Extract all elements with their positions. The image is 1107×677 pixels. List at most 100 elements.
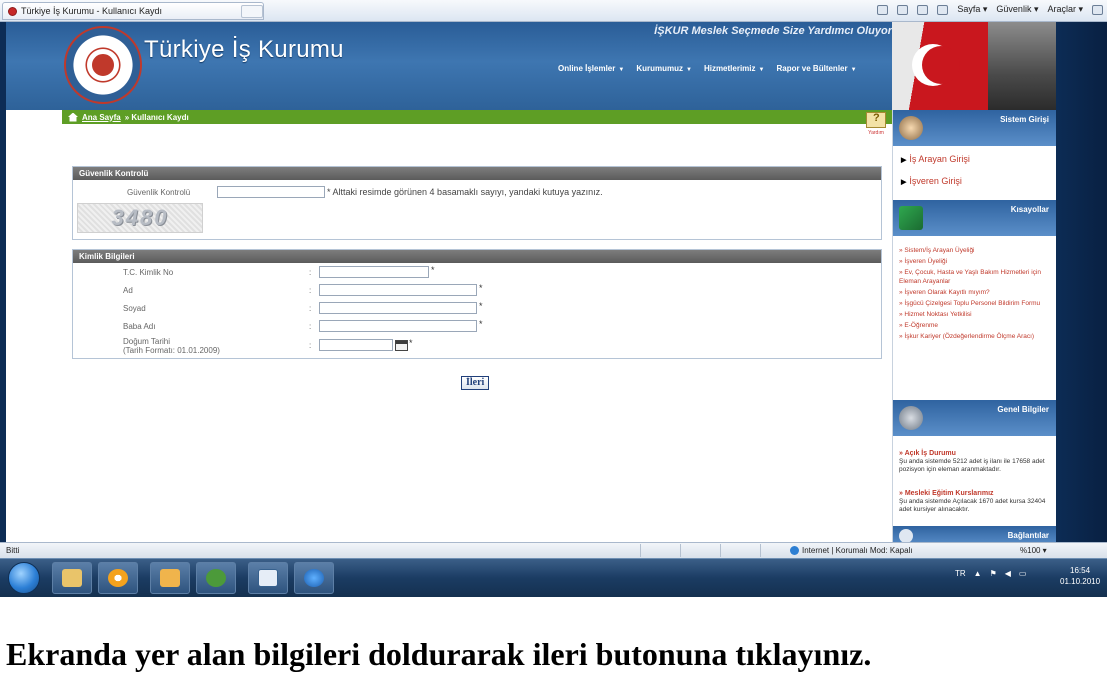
required-mark: * <box>431 265 435 275</box>
command-bar: Sayfa ▾ Güvenlik ▾ Araçlar ▾ <box>877 4 1103 15</box>
windows-taskbar: TR ▲ ⚑ ◀ ▭ 16:54 01.10.2010 <box>0 558 1107 597</box>
chevron-down-icon: ▼ <box>758 67 765 73</box>
folder-icon <box>62 569 82 587</box>
login-panel-title: Sistem Girişi <box>1000 115 1049 124</box>
courses-text: Şu anda sistemde Açılacak 1670 adet kurs… <box>899 498 1046 513</box>
birth-date-label: Doğum Tarihi <box>123 337 170 346</box>
identity-section-title: Kimlik Bilgileri <box>73 250 881 263</box>
new-tab-button[interactable] <box>241 5 263 18</box>
browser-status-bar: Bitti Internet | Korumalı Mod: Kapalı %1… <box>0 542 1107 558</box>
status-text: Bitti <box>6 546 20 555</box>
colon: : <box>309 286 312 295</box>
site-title[interactable]: Türkiye İş Kurumu <box>144 36 344 64</box>
open-jobs-link[interactable]: » Açık İş Durumu <box>899 450 1053 458</box>
shortcut-link[interactable]: » İşkur Kariyer (Özdeğerlendirme Ölçme A… <box>899 332 1053 341</box>
game-taskbar-button[interactable] <box>196 562 236 594</box>
nav-hizmetlerimiz[interactable]: Hizmetlerimiz ▼ <box>704 64 765 73</box>
last-name-label: Soyad <box>123 304 146 313</box>
shortcut-link[interactable]: » Sistem/İş Arayan Üyeliği <box>899 246 1053 255</box>
security-label: Güvenlik Kontrolü <box>127 188 191 197</box>
internet-explorer-icon <box>304 569 324 587</box>
required-mark: * <box>409 338 413 348</box>
calendar-icon[interactable] <box>395 340 408 351</box>
shortcut-link[interactable]: » E-Öğrenme <box>899 321 1053 330</box>
colon: : <box>309 304 312 313</box>
identity-section: Kimlik Bilgileri T.C. Kimlik No : * Ad :… <box>72 249 882 359</box>
mail-icon[interactable] <box>917 4 929 15</box>
nav-online-islemler[interactable]: Online İşlemler ▼ <box>558 64 624 73</box>
web-page: Türkiye İş Kurumu İŞKUR Meslek Seçmede S… <box>6 22 1056 542</box>
user-icon <box>899 116 923 140</box>
father-name-input[interactable] <box>319 320 477 332</box>
first-name-input[interactable] <box>319 284 477 296</box>
tc-no-input[interactable] <box>319 266 429 278</box>
messenger-taskbar-button[interactable] <box>150 562 190 594</box>
start-button[interactable] <box>8 562 40 594</box>
feeds-icon[interactable] <box>897 4 909 15</box>
open-jobs-block: » Açık İş Durumu Şu anda sistemde 5212 a… <box>899 450 1053 474</box>
help-button[interactable]: ? Yardım <box>862 110 890 140</box>
breadcrumb-home-link[interactable]: Ana Sayfa <box>82 113 121 122</box>
shortcut-link[interactable]: » İşgücü Çizelgesi Toplu Personel Bildir… <box>899 299 1053 308</box>
flag-banner-image <box>892 22 1056 110</box>
general-info-title: Genel Bilgiler <box>997 405 1049 414</box>
speaker-icon[interactable]: ◀ <box>1005 569 1011 578</box>
zoom-control[interactable]: %100 ▾ <box>1020 546 1047 555</box>
security-zone[interactable]: Internet | Korumalı Mod: Kapalı <box>790 546 913 555</box>
father-name-label: Baba Adı <box>123 322 156 331</box>
logo-emblem-icon <box>90 52 116 78</box>
home-icon[interactable] <box>877 4 889 15</box>
document-taskbar-button[interactable] <box>248 562 288 594</box>
required-mark: * <box>479 301 483 311</box>
media-player-taskbar-button[interactable] <box>98 562 138 594</box>
iskur-logo[interactable] <box>64 26 142 104</box>
site-slogan: İŞKUR Meslek Seçmede Size Yardımcı Oluyo… <box>654 25 892 37</box>
birth-date-input[interactable] <box>319 339 393 351</box>
instruction-caption: Ekranda yer alan bilgileri doldurarak il… <box>6 636 872 672</box>
safety-menu[interactable]: Güvenlik ▾ <box>996 4 1038 15</box>
tc-no-label: T.C. Kimlik No <box>123 268 174 277</box>
screenshot: Türkiye İş Kurumu - Kullanıcı Kaydı Sayf… <box>0 0 1107 597</box>
security-code-input[interactable] <box>217 186 325 198</box>
tools-menu[interactable]: Araçlar ▾ <box>1047 4 1083 15</box>
ataturk-photo <box>988 22 1056 110</box>
courses-link[interactable]: » Mesleki Eğitim Kurslarımız <box>899 490 1053 498</box>
next-button[interactable]: İleri <box>461 376 490 390</box>
explorer-taskbar-button[interactable] <box>52 562 92 594</box>
tab-title: Türkiye İş Kurumu - Kullanıcı Kaydı <box>21 6 163 16</box>
messenger-icon <box>160 569 180 587</box>
language-indicator[interactable]: TR <box>955 569 966 578</box>
shortcut-link[interactable]: » Ev, Çocuk, Hasta ve Yaşlı Bakım Hizmet… <box>899 268 1053 286</box>
help-icon[interactable] <box>1092 4 1103 15</box>
first-name-label: Ad <box>123 286 133 295</box>
link-icon <box>899 529 913 542</box>
ie-taskbar-button[interactable] <box>294 562 334 594</box>
nav-kurumumuz[interactable]: Kurumumuz ▼ <box>636 64 692 73</box>
employer-login-link[interactable]: ▶ İşveren Girişi <box>901 176 962 186</box>
breadcrumb: Ana Sayfa » Kullanıcı Kaydı <box>62 110 892 124</box>
favicon-icon <box>8 6 17 16</box>
network-icon[interactable]: ▭ <box>1019 569 1027 578</box>
job-seeker-login-link[interactable]: ▶ İş Arayan Girişi <box>901 154 970 164</box>
help-label: Yardım <box>868 130 884 136</box>
print-icon[interactable] <box>937 4 949 15</box>
courses-block: » Mesleki Eğitim Kurslarımız Şu anda sis… <box>899 490 1053 514</box>
nav-rapor-bultenler[interactable]: Rapor ve Bültenler ▼ <box>776 64 856 73</box>
shortcut-link[interactable]: » İşveren Olarak Kayıtlı mıyım? <box>899 288 1053 297</box>
tray-arrow-icon[interactable]: ▲ <box>974 569 982 578</box>
page-right-edge <box>1056 22 1107 542</box>
flag-icon[interactable]: ⚑ <box>990 569 997 578</box>
globe-icon <box>790 546 799 555</box>
home-icon[interactable] <box>68 112 78 122</box>
page-menu[interactable]: Sayfa ▾ <box>957 4 987 15</box>
shortcut-link[interactable]: » İşveren Üyeliği <box>899 257 1053 266</box>
shortcut-link[interactable]: » Hizmet Noktası Yetkilisi <box>899 310 1053 319</box>
captcha-code: 3480 <box>111 205 169 230</box>
chevron-down-icon: ▼ <box>618 67 625 73</box>
last-name-input[interactable] <box>319 302 477 314</box>
browser-tab[interactable]: Türkiye İş Kurumu - Kullanıcı Kaydı <box>2 2 264 20</box>
clock[interactable]: 16:54 01.10.2010 <box>1060 565 1100 587</box>
open-jobs-text: Şu anda sistemde 5212 adet iş ilanı ile … <box>899 458 1045 473</box>
links-title: Bağlantılar <box>1007 531 1049 540</box>
browser-toolbar: Türkiye İş Kurumu - Kullanıcı Kaydı Sayf… <box>0 0 1107 22</box>
